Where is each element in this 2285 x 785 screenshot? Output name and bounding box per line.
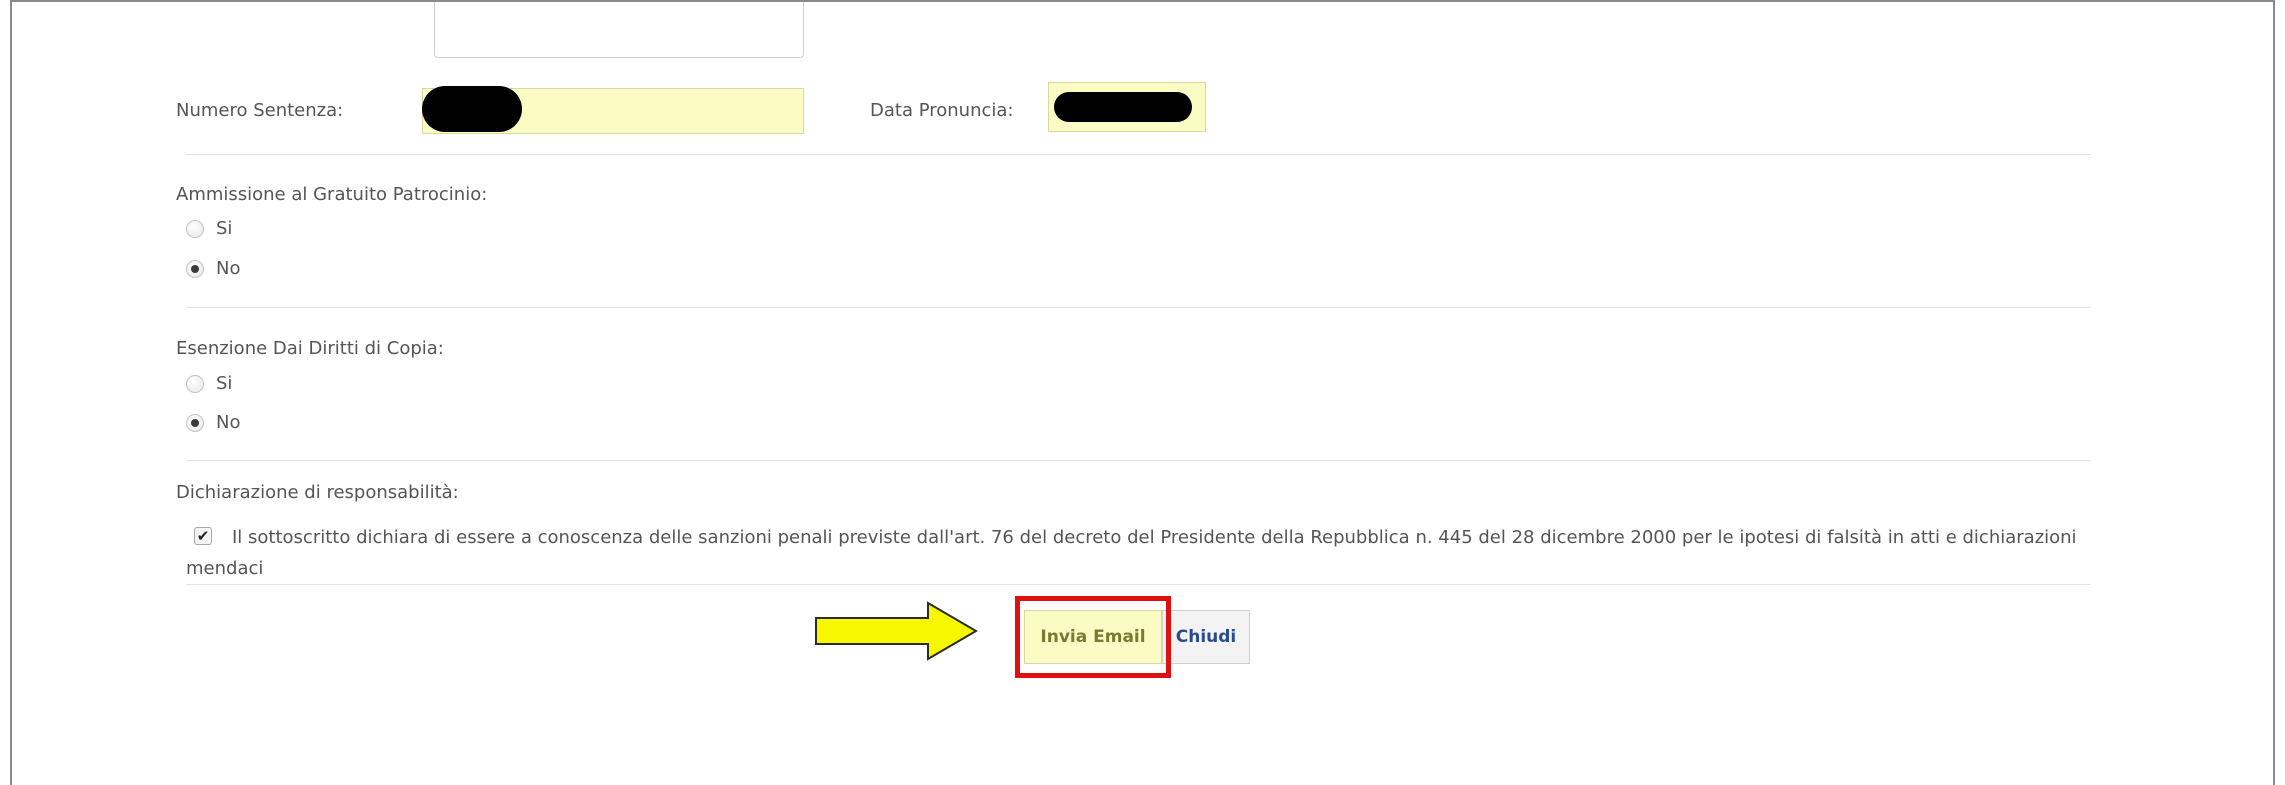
gratuito-patrocinio-si-option[interactable]: Si — [186, 218, 232, 239]
esenzione-diritti-label: Esenzione Dai Diritti di Copia: — [176, 338, 444, 359]
data-pronuncia-label: Data Pronuncia: — [870, 100, 1014, 121]
radio-label: No — [216, 258, 241, 279]
previous-field-input[interactable] — [434, 2, 804, 58]
gratuito-patrocinio-label: Ammissione al Gratuito Patrocinio: — [176, 184, 488, 205]
radio-button[interactable] — [186, 374, 204, 393]
radio-button[interactable] — [186, 219, 204, 238]
close-button[interactable]: Chiudi — [1162, 610, 1250, 664]
redaction-mark — [1054, 92, 1192, 122]
radio-button[interactable] — [186, 259, 204, 278]
esenzione-diritti-no-option[interactable]: No — [186, 412, 240, 433]
radio-label: Si — [216, 373, 233, 394]
esenzione-diritti-si-option[interactable]: Si — [186, 373, 232, 394]
form-panel: Numero Sentenza: Data Pronuncia: Ammissi… — [10, 0, 2275, 785]
numero-sentenza-label: Numero Sentenza: — [176, 100, 344, 121]
arrow-annotation-icon — [815, 601, 978, 661]
divider — [186, 460, 2091, 461]
dichiarazione-text: Il sottoscritto dichiara di essere a con… — [186, 527, 2077, 579]
highlight-box — [1015, 596, 1171, 678]
dichiarazione-label: Dichiarazione di responsabilità: — [176, 482, 459, 503]
radio-label: Si — [216, 218, 233, 239]
radio-label: No — [216, 412, 241, 433]
gratuito-patrocinio-no-option[interactable]: No — [186, 258, 240, 279]
radio-button[interactable] — [186, 413, 204, 432]
redaction-mark — [422, 86, 522, 132]
divider — [186, 154, 2091, 155]
divider — [186, 307, 2091, 308]
divider — [186, 584, 2091, 585]
